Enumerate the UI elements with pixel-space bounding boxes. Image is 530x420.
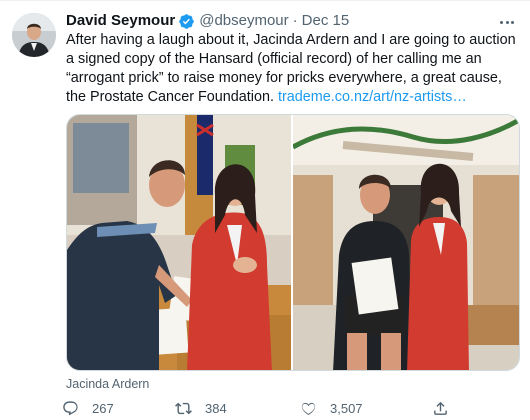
more-options-icon[interactable] bbox=[498, 13, 516, 31]
photo-holding-image bbox=[293, 115, 519, 370]
separator-dot: · bbox=[292, 12, 298, 29]
retweet-icon bbox=[175, 402, 192, 414]
reply-icon bbox=[63, 400, 78, 415]
tweet[interactable]: David Seymour @dbseymour · Dec 15 After … bbox=[0, 0, 530, 420]
verified-badge-icon bbox=[179, 13, 194, 29]
tweet-header: David Seymour @dbseymour · Dec 15 bbox=[66, 11, 349, 31]
photo-signing-image bbox=[67, 115, 291, 370]
avatar-image bbox=[12, 13, 56, 57]
tweet-text: After having a laugh about it, Jacinda A… bbox=[66, 31, 516, 107]
photo-signing[interactable] bbox=[67, 115, 293, 370]
share-button[interactable] bbox=[432, 400, 462, 417]
author-handle[interactable]: @dbseymour bbox=[199, 11, 288, 31]
share-icon bbox=[434, 401, 447, 415]
reply-count: 267 bbox=[92, 400, 114, 416]
retweet-button[interactable]: 384 bbox=[175, 400, 227, 417]
tweet-media[interactable] bbox=[66, 114, 520, 371]
author-name[interactable]: David Seymour bbox=[66, 11, 175, 31]
tweet-actions: 267 384 3,507 bbox=[62, 397, 482, 419]
photo-holding[interactable] bbox=[293, 115, 519, 370]
tweet-date[interactable]: Dec 15 bbox=[302, 11, 350, 31]
retweet-count: 384 bbox=[205, 400, 227, 416]
media-caption[interactable]: Jacinda Ardern bbox=[66, 377, 149, 391]
avatar[interactable] bbox=[12, 13, 56, 57]
reply-button[interactable]: 267 bbox=[62, 400, 114, 417]
tweet-link[interactable]: trademe.co.nz/art/nz-artists… bbox=[278, 89, 467, 105]
heart-icon bbox=[301, 402, 316, 415]
like-button[interactable]: 3,507 bbox=[300, 400, 363, 417]
like-count: 3,507 bbox=[330, 400, 363, 416]
